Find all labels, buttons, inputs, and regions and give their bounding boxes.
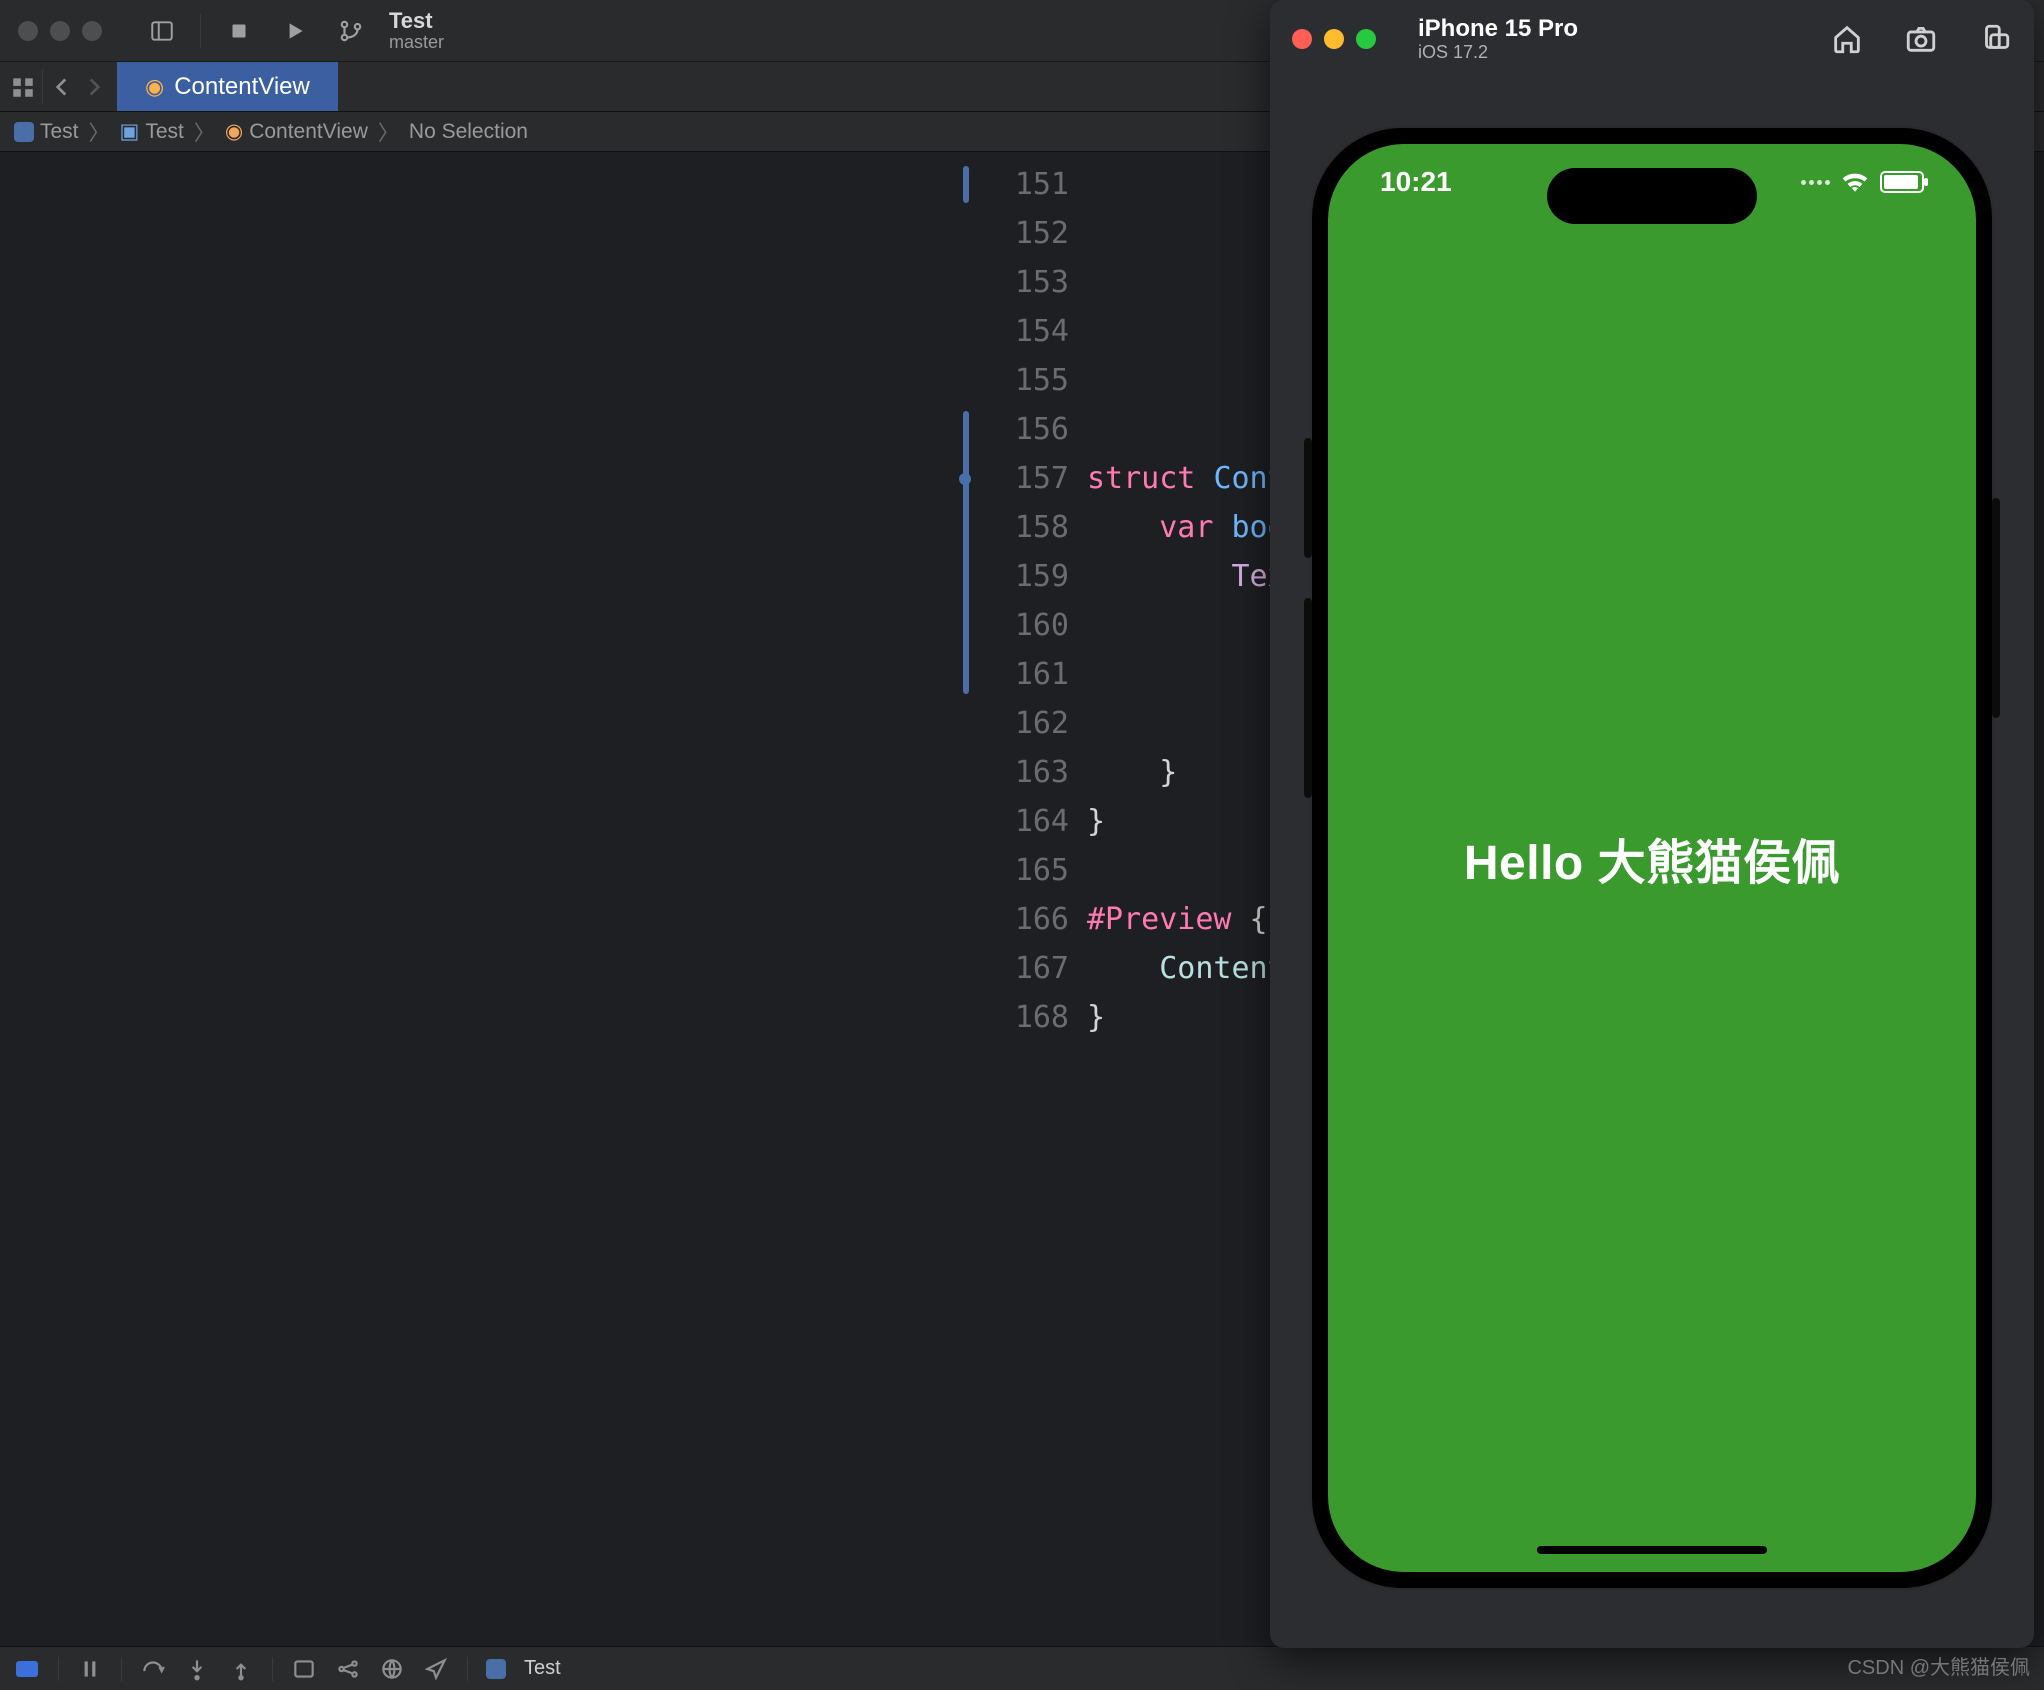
chevron-right-icon: 〉: [87, 117, 112, 147]
tab-contentview[interactable]: ◉ ContentView: [117, 62, 338, 111]
jump-project[interactable]: Test: [14, 120, 79, 144]
line-number: 154: [957, 307, 1087, 356]
simulator-traffic-lights[interactable]: [1292, 29, 1376, 49]
related-items-icon[interactable]: [10, 74, 36, 100]
minimize-window-dot[interactable]: [50, 21, 70, 41]
jump-file[interactable]: ◉ContentView: [225, 119, 368, 144]
toggle-navigator-icon[interactable]: [144, 13, 180, 49]
separator: [121, 1657, 122, 1681]
window-traffic-lights[interactable]: [18, 21, 102, 41]
swift-file-icon: ◉: [145, 74, 164, 100]
debug-target-label: Test: [524, 1657, 561, 1680]
breakpoints-toggle-icon[interactable]: [14, 1656, 40, 1682]
forward-icon[interactable]: [81, 74, 107, 100]
app-hello-text: Hello 大熊猫侯佩: [1464, 823, 1840, 893]
line-number: 163: [957, 748, 1087, 797]
iphone-screen[interactable]: 10:21 Hello 大熊猫侯佩: [1328, 144, 1976, 1572]
simulator-title: iPhone 15 Pro iOS 17.2: [1418, 15, 1578, 63]
simulator-titlebar: iPhone 15 Pro iOS 17.2: [1270, 0, 2034, 78]
environment-icon[interactable]: [379, 1656, 405, 1682]
tab-label: ContentView: [174, 73, 310, 101]
home-icon[interactable]: [1830, 22, 1864, 56]
simulator-actions: [1830, 22, 2012, 56]
line-number: 165: [957, 846, 1087, 895]
line-number: 157: [957, 454, 1087, 503]
chevron-right-icon: 〉: [192, 117, 217, 147]
simulator-window: iPhone 15 Pro iOS 17.2 10:21: [1270, 0, 2034, 1648]
separator: [272, 1657, 273, 1681]
separator: [200, 14, 201, 48]
line-number: 168: [957, 993, 1087, 1042]
cellular-icon: [1801, 180, 1830, 185]
step-over-icon[interactable]: [140, 1656, 166, 1682]
wifi-icon: [1840, 171, 1870, 193]
memory-graph-icon[interactable]: [335, 1656, 361, 1682]
project-icon: [14, 122, 34, 142]
zoom-window-dot[interactable]: [82, 21, 102, 41]
debug-view-icon[interactable]: [291, 1656, 317, 1682]
zoom-icon[interactable]: [1356, 29, 1376, 49]
separator: [467, 1657, 468, 1681]
swift-file-icon: ◉: [225, 119, 243, 144]
watermark: CSDN @大熊猫侯佩: [1847, 1651, 2030, 1680]
simulator-os-label: iOS 17.2: [1418, 42, 1578, 63]
simulator-device-label: iPhone 15 Pro: [1418, 15, 1578, 43]
line-number: 162: [957, 699, 1087, 748]
branch-icon[interactable]: [333, 13, 369, 49]
line-number: 155: [957, 356, 1087, 405]
close-icon[interactable]: [1292, 29, 1312, 49]
status-bar: 10:21: [1328, 166, 1976, 198]
step-into-icon[interactable]: [184, 1656, 210, 1682]
jump-folder[interactable]: ▣Test: [120, 119, 184, 144]
current-line-highlight: [0, 152, 957, 1646]
side-button: [1992, 498, 2000, 718]
location-icon[interactable]: [423, 1656, 449, 1682]
line-number: 159: [957, 552, 1087, 601]
jump-project-label: Test: [40, 120, 79, 144]
tabbar-controls: [0, 62, 117, 111]
line-number: 158: [957, 503, 1087, 552]
rotate-icon[interactable]: [1978, 22, 2012, 56]
line-number: 151: [957, 160, 1087, 209]
jump-file-label: ContentView: [249, 120, 368, 144]
jump-selection[interactable]: No Selection: [409, 120, 528, 144]
line-number: 152: [957, 209, 1087, 258]
minimize-icon[interactable]: [1324, 29, 1344, 49]
scheme-selector[interactable]: Test master: [389, 9, 444, 53]
debug-bar: Test: [0, 1646, 2044, 1690]
pause-icon[interactable]: [77, 1656, 103, 1682]
scheme-name: Test: [389, 9, 444, 33]
status-time: 10:21: [1380, 166, 1452, 198]
iphone-device-frame: 10:21 Hello 大熊猫侯佩: [1312, 128, 1992, 1588]
simulator-body: 10:21 Hello 大熊猫侯佩: [1270, 78, 2034, 1648]
screenshot-icon[interactable]: [1904, 22, 1938, 56]
line-number: 160: [957, 601, 1087, 650]
back-icon[interactable]: [49, 74, 75, 100]
run-button-icon[interactable]: [277, 13, 313, 49]
folder-icon: ▣: [120, 119, 140, 144]
line-number: 166: [957, 895, 1087, 944]
line-number: 156: [957, 405, 1087, 454]
line-number: 167: [957, 944, 1087, 993]
step-out-icon[interactable]: [228, 1656, 254, 1682]
separator: [58, 1657, 59, 1681]
close-window-dot[interactable]: [18, 21, 38, 41]
line-number-gutter: 151 152 153 154 155 156 157 158 159 160 …: [957, 152, 1087, 1646]
line-number: 161: [957, 650, 1087, 699]
line-number: 153: [957, 258, 1087, 307]
separator: [42, 70, 43, 104]
jump-folder-label: Test: [145, 120, 184, 144]
line-number: 164: [957, 797, 1087, 846]
home-indicator: [1537, 1546, 1767, 1554]
battery-icon: [1880, 171, 1924, 193]
chevron-right-icon: 〉: [376, 117, 401, 147]
branch-name: master: [389, 33, 444, 53]
stop-button-icon[interactable]: [221, 13, 257, 49]
app-icon: [486, 1659, 506, 1679]
